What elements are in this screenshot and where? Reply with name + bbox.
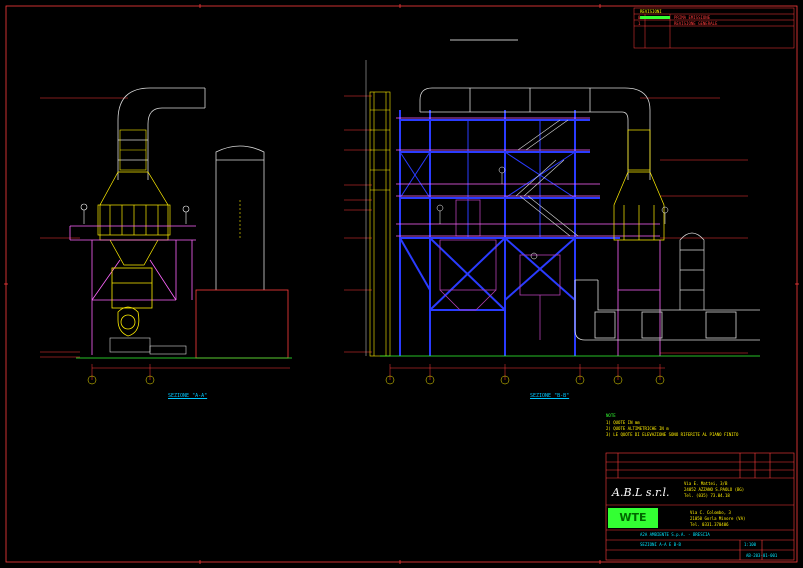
company-logo: A.B.L s.r.l. [612,486,670,499]
revision-highlight [640,16,670,19]
section-a-a-caption: SEZIONE "A-A" [168,393,208,399]
note-item-1: 1) QUOTE IN mm [606,420,640,425]
section-b-b-caption: SEZIONE "B-B" [530,393,570,399]
partner-tel: Tel. 0331.370406 [690,522,729,527]
drawing-title: SEZIONI A-A E B-B [640,542,681,547]
revision-table-header: REVISIONI [640,9,662,14]
revision-table [633,7,795,49]
title-block-frame [605,452,795,561]
section-a-a [40,87,292,385]
cad-drawing-sheet [4,4,799,564]
drawing-number: AB-203-01-001 [746,553,778,558]
revision-rev-0: 0 [638,15,641,20]
project-name: A2A AMBIENTE S.p.A. - BRESCIA [640,532,710,537]
notes-title: NOTE [606,413,616,418]
partner-logo: WTE [608,508,658,528]
revision-desc-1: REVISIONE GENERALE [674,21,718,26]
company-city: 24052 AZZANO S.PAOLO (BG) [684,487,745,492]
revision-desc-0: PRIMA EMISSIONE [674,15,711,20]
company-tel: Tel. (035) 73.04.18 [684,493,730,498]
drawing-scale: 1:100 [744,542,757,547]
section-b-b [344,60,760,385]
partner-address: Via C. Colombo, 3 [690,510,731,515]
note-item-3: 3) LE QUOTE DI ELEVAZIONE SONO RIFERITE … [606,432,739,437]
revision-rev-1: 1 [638,21,641,26]
partner-city: 21050 Gorla Minore (VA) [690,516,746,521]
note-item-2: 2) QUOTE ALTIMETRICHE IN m [606,426,669,431]
company-address: Via E. Mattei, 3/B [684,481,728,486]
